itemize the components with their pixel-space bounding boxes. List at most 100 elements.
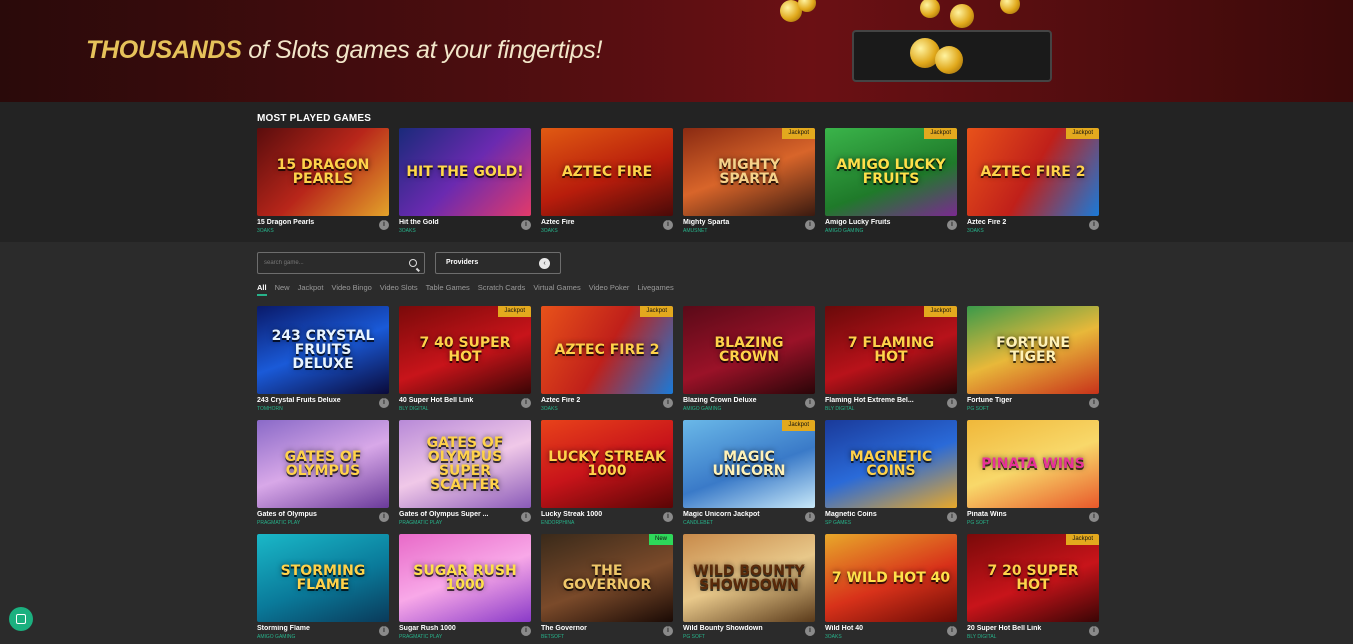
game-thumbnail[interactable]: 7 20 SUPER HOT Jackpot bbox=[967, 534, 1099, 622]
game-card[interactable]: MIGHTY SPARTA Jackpot Mighty Sparta AMUSNET… bbox=[683, 128, 815, 238]
game-name[interactable]: Fortune Tiger bbox=[967, 397, 1085, 404]
info-icon[interactable]: i bbox=[379, 220, 389, 230]
info-icon[interactable]: i bbox=[947, 220, 957, 230]
game-name[interactable]: Gates of Olympus Super ... bbox=[399, 511, 517, 518]
info-icon[interactable]: i bbox=[663, 220, 673, 230]
game-thumbnail[interactable]: 7 WILD HOT 40 bbox=[825, 534, 957, 622]
game-card[interactable]: 7 40 SUPER HOT Jackpot 40 Super Hot Bell L… bbox=[399, 306, 531, 416]
tab-new[interactable]: New bbox=[275, 283, 290, 296]
game-card[interactable]: SUGAR RUSH 1000 Sugar Rush 1000 PRAGMATIC … bbox=[399, 534, 531, 644]
game-card[interactable]: FORTUNE TIGER Fortune Tiger PG SOFT i bbox=[967, 306, 1099, 416]
game-name[interactable]: Hit the Gold bbox=[399, 219, 517, 226]
game-name[interactable]: Pinata Wins bbox=[967, 511, 1085, 518]
game-card[interactable]: PINATA WINS Pinata Wins PG SOFT i bbox=[967, 420, 1099, 530]
tab-virtual-games[interactable]: Virtual Games bbox=[533, 283, 580, 296]
search-icon[interactable] bbox=[409, 259, 417, 267]
game-thumbnail[interactable]: HIT THE GOLD! bbox=[399, 128, 531, 216]
game-name[interactable]: Sugar Rush 1000 bbox=[399, 625, 517, 632]
game-name[interactable]: Blazing Crown Deluxe bbox=[683, 397, 801, 404]
game-thumbnail[interactable]: THE GOVERNOR New bbox=[541, 534, 673, 622]
game-thumbnail[interactable]: MAGIC UNICORN Jackpot bbox=[683, 420, 815, 508]
info-icon[interactable]: i bbox=[379, 398, 389, 408]
game-card[interactable]: HIT THE GOLD! Hit the Gold 3OAKS i bbox=[399, 128, 531, 238]
info-icon[interactable]: i bbox=[947, 398, 957, 408]
info-icon[interactable]: i bbox=[947, 626, 957, 636]
tab-video-poker[interactable]: Video Poker bbox=[589, 283, 630, 296]
game-name[interactable]: Aztec Fire 2 bbox=[541, 397, 659, 404]
info-icon[interactable]: i bbox=[663, 626, 673, 636]
game-thumbnail[interactable]: AMIGO LUCKY FRUITS Jackpot bbox=[825, 128, 957, 216]
info-icon[interactable]: i bbox=[1089, 220, 1099, 230]
game-card[interactable]: AZTEC FIRE 2 Jackpot Aztec Fire 2 3OAKS i bbox=[967, 128, 1099, 238]
game-thumbnail[interactable]: FORTUNE TIGER bbox=[967, 306, 1099, 394]
tab-scratch-cards[interactable]: Scratch Cards bbox=[478, 283, 526, 296]
info-icon[interactable]: i bbox=[805, 220, 815, 230]
game-name[interactable]: 243 Crystal Fruits Deluxe bbox=[257, 397, 375, 404]
tab-video-slots[interactable]: Video Slots bbox=[380, 283, 418, 296]
game-name[interactable]: Flaming Hot Extreme Bel... bbox=[825, 397, 943, 404]
info-icon[interactable]: i bbox=[805, 398, 815, 408]
game-card[interactable]: 7 20 SUPER HOT Jackpot 20 Super Hot Bell L… bbox=[967, 534, 1099, 644]
game-name[interactable]: Wild Hot 40 bbox=[825, 625, 943, 632]
game-card[interactable]: BLAZING CROWN Blazing Crown Deluxe AMIGO G… bbox=[683, 306, 815, 416]
game-name[interactable]: Aztec Fire 2 bbox=[967, 219, 1085, 226]
game-thumbnail[interactable]: GATES OF OLYMPUS bbox=[257, 420, 389, 508]
info-icon[interactable]: i bbox=[1089, 398, 1099, 408]
game-card[interactable]: MAGNETIC COINS Magnetic Coins SP GAMES i bbox=[825, 420, 957, 530]
game-thumbnail[interactable]: SUGAR RUSH 1000 bbox=[399, 534, 531, 622]
providers-dropdown[interactable]: Providers ‹ bbox=[435, 252, 561, 274]
info-icon[interactable]: i bbox=[521, 398, 531, 408]
info-icon[interactable]: i bbox=[521, 626, 531, 636]
game-name[interactable]: Mighty Sparta bbox=[683, 219, 801, 226]
game-card[interactable]: AZTEC FIRE Aztec Fire 3OAKS i bbox=[541, 128, 673, 238]
tab-video-bingo[interactable]: Video Bingo bbox=[331, 283, 371, 296]
game-name[interactable]: Storming Flame bbox=[257, 625, 375, 632]
game-name[interactable]: Wild Bounty Showdown bbox=[683, 625, 801, 632]
game-card[interactable]: 7 FLAMING HOT Jackpot Flaming Hot Extreme … bbox=[825, 306, 957, 416]
search-input[interactable] bbox=[264, 257, 404, 269]
info-icon[interactable]: i bbox=[663, 512, 673, 522]
game-name[interactable]: Amigo Lucky Fruits bbox=[825, 219, 943, 226]
game-card[interactable]: WILD BOUNTY SHOWDOWN Wild Bounty Showdown… bbox=[683, 534, 815, 644]
info-icon[interactable]: i bbox=[1089, 626, 1099, 636]
game-card[interactable]: AZTEC FIRE 2 Jackpot Aztec Fire 2 3OAKS i bbox=[541, 306, 673, 416]
game-name[interactable]: Magic Unicorn Jackpot bbox=[683, 511, 801, 518]
game-card[interactable]: LUCKY STREAK 1000 Lucky Streak 1000 ENDORP… bbox=[541, 420, 673, 530]
game-thumbnail[interactable]: WILD BOUNTY SHOWDOWN bbox=[683, 534, 815, 622]
info-icon[interactable]: i bbox=[805, 626, 815, 636]
tab-livegames[interactable]: Livegames bbox=[637, 283, 673, 296]
game-card[interactable]: AMIGO LUCKY FRUITS Jackpot Amigo Lucky Fru… bbox=[825, 128, 957, 238]
game-name[interactable]: Gates of Olympus bbox=[257, 511, 375, 518]
game-thumbnail[interactable]: PINATA WINS bbox=[967, 420, 1099, 508]
chevron-left-icon[interactable]: ‹ bbox=[539, 258, 550, 269]
info-icon[interactable]: i bbox=[379, 512, 389, 522]
game-card[interactable]: 15 DRAGON PEARLS 15 Dragon Pearls 3OAKS i bbox=[257, 128, 389, 238]
chat-button[interactable] bbox=[9, 607, 33, 631]
game-card[interactable]: THE GOVERNOR New The Governor BETSOFT i bbox=[541, 534, 673, 644]
game-thumbnail[interactable]: GATES OF OLYMPUS SUPER SCATTER bbox=[399, 420, 531, 508]
game-name[interactable]: Magnetic Coins bbox=[825, 511, 943, 518]
game-card[interactable]: GATES OF OLYMPUS Gates of Olympus PRAGMATI… bbox=[257, 420, 389, 530]
game-thumbnail[interactable]: 7 40 SUPER HOT Jackpot bbox=[399, 306, 531, 394]
tab-all[interactable]: All bbox=[257, 283, 267, 296]
game-name[interactable]: Lucky Streak 1000 bbox=[541, 511, 659, 518]
info-icon[interactable]: i bbox=[521, 220, 531, 230]
search-box[interactable] bbox=[257, 252, 425, 274]
game-card[interactable]: 7 WILD HOT 40 Wild Hot 40 3OAKS i bbox=[825, 534, 957, 644]
info-icon[interactable]: i bbox=[379, 626, 389, 636]
game-card[interactable]: STORMING FLAME Storming Flame AMIGO GAMING… bbox=[257, 534, 389, 644]
game-thumbnail[interactable]: AZTEC FIRE 2 Jackpot bbox=[541, 306, 673, 394]
info-icon[interactable]: i bbox=[1089, 512, 1099, 522]
game-thumbnail[interactable]: LUCKY STREAK 1000 bbox=[541, 420, 673, 508]
info-icon[interactable]: i bbox=[805, 512, 815, 522]
info-icon[interactable]: i bbox=[521, 512, 531, 522]
info-icon[interactable]: i bbox=[947, 512, 957, 522]
game-thumbnail[interactable]: AZTEC FIRE bbox=[541, 128, 673, 216]
game-thumbnail[interactable]: MAGNETIC COINS bbox=[825, 420, 957, 508]
game-thumbnail[interactable]: STORMING FLAME bbox=[257, 534, 389, 622]
game-thumbnail[interactable]: 15 DRAGON PEARLS bbox=[257, 128, 389, 216]
game-card[interactable]: GATES OF OLYMPUS SUPER SCATTER Gates of O… bbox=[399, 420, 531, 530]
tab-jackpot[interactable]: Jackpot bbox=[298, 283, 324, 296]
game-thumbnail[interactable]: MIGHTY SPARTA Jackpot bbox=[683, 128, 815, 216]
info-icon[interactable]: i bbox=[663, 398, 673, 408]
